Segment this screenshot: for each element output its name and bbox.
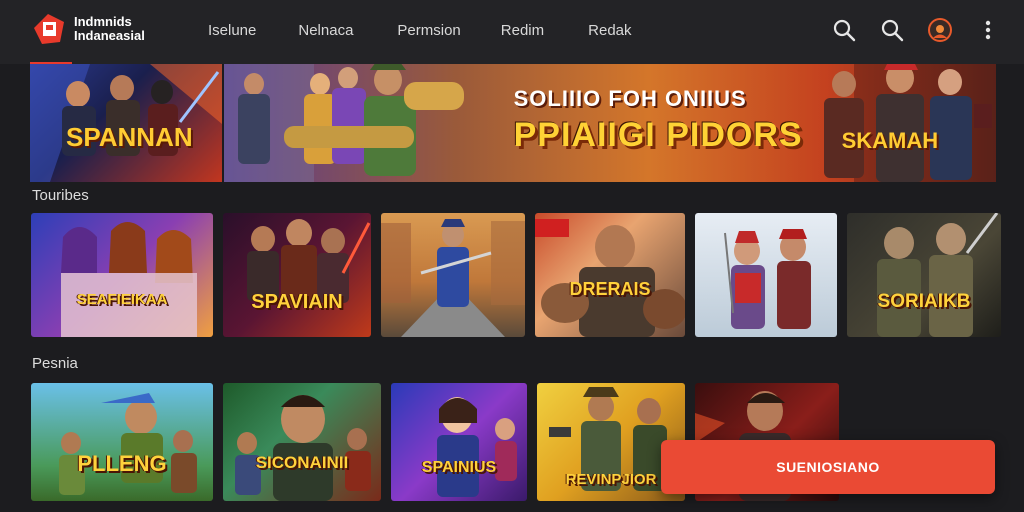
main-nav: Iselune Nelnaca Permsion Redim Redak xyxy=(208,22,632,39)
nav-item-5[interactable]: Redak xyxy=(588,22,631,39)
hero-right-badge: SKAMAH xyxy=(841,128,939,153)
game-row-1: SEAFIEIKAA SPAVIAIN DRERAIS SORIAIKB xyxy=(31,213,1001,337)
game-card-art xyxy=(877,213,999,337)
hero-side-title: SPANNAN xyxy=(66,122,193,152)
avatar-icon[interactable] xyxy=(926,16,954,44)
game-card[interactable]: SICONAINII xyxy=(223,383,381,501)
game-card[interactable]: SEAFIEIKAA xyxy=(31,213,213,337)
logo-text-line1: Indmnids xyxy=(74,14,132,29)
hero-subtitle: SOLIIIO FOH ONIIUS xyxy=(513,86,747,111)
game-card[interactable]: SPAINIUS xyxy=(391,383,527,501)
game-card-title: SORIAIKB xyxy=(877,291,971,312)
nav-item-1[interactable]: Iselune xyxy=(208,22,256,39)
nav-item-4[interactable]: Redim xyxy=(501,22,544,39)
game-card[interactable]: DRERAIS xyxy=(535,213,685,337)
game-card-art xyxy=(437,397,517,497)
top-navigation-bar: Indmnids Indaneasial Iselune Nelnaca Per… xyxy=(0,0,1024,64)
primary-cta-button[interactable]: SUENIOSIANO xyxy=(661,440,995,494)
game-card[interactable]: SORIAIKB xyxy=(847,213,1001,337)
hero-title: PPIAIIGI PIDORS xyxy=(513,116,803,154)
game-card[interactable]: SPAVIAIN xyxy=(223,213,371,337)
game-card-title: SEAFIEIKAA xyxy=(76,291,168,308)
brand-logo[interactable]: Indmnids Indaneasial xyxy=(30,10,204,48)
section-title-1: Touribes xyxy=(32,187,89,204)
more-vertical-icon[interactable] xyxy=(974,16,1002,44)
header-actions xyxy=(830,16,1002,44)
game-card-art xyxy=(59,393,197,495)
game-card[interactable]: PLLENG xyxy=(31,383,213,501)
section-title-2: Pesnia xyxy=(32,355,78,372)
game-card-title: DRERAIS xyxy=(569,279,651,299)
game-card-title: SICONAINII xyxy=(255,453,349,472)
nav-item-2[interactable]: Nelnaca xyxy=(298,22,353,39)
game-card-title: SPAINIUS xyxy=(421,459,497,476)
logo-icon xyxy=(30,10,68,48)
game-card-art xyxy=(381,219,525,337)
hero-banner: SPANNAN SOLIIIO FOH ONIIUS PPIAIIGI PIDO… xyxy=(30,64,996,182)
game-card-art xyxy=(235,395,371,501)
game-card-art xyxy=(724,229,811,329)
game-card-art xyxy=(61,222,197,337)
hero-main-banner[interactable]: SOLIIIO FOH ONIIUS PPIAIIGI PIDORS SKAMA… xyxy=(223,64,996,182)
hero-side-banner[interactable]: SPANNAN xyxy=(30,64,222,182)
nav-item-3[interactable]: Permsion xyxy=(397,22,460,39)
search-icon[interactable] xyxy=(830,16,858,44)
game-card[interactable] xyxy=(695,213,837,337)
game-card-art xyxy=(247,219,371,305)
game-card-art xyxy=(535,219,685,337)
game-card-title: SPAVIAIN xyxy=(251,291,343,313)
game-card[interactable] xyxy=(381,213,525,337)
search-icon[interactable] xyxy=(878,16,906,44)
logo-text-line2: Indaneasial xyxy=(74,28,145,43)
game-card-title: PLLENG xyxy=(77,451,167,476)
